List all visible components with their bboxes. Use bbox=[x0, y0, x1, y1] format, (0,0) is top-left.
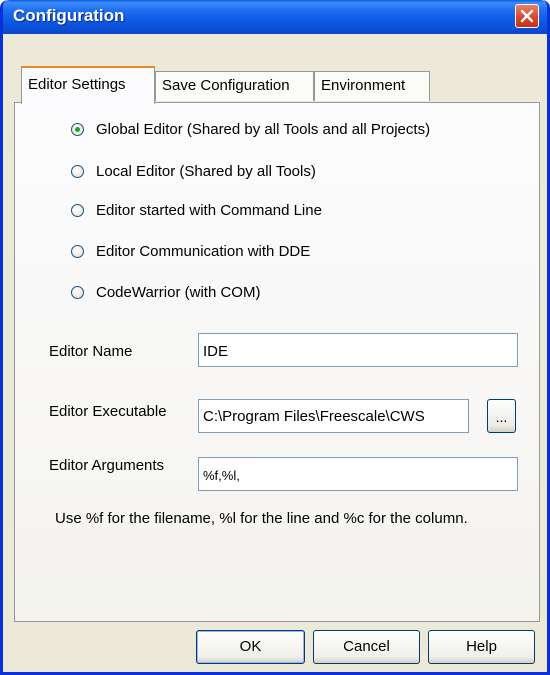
browse-button[interactable]: ... bbox=[487, 399, 516, 433]
title-bar[interactable]: Configuration bbox=[3, 0, 547, 34]
radio-global-editor[interactable]: Global Editor (Shared by all Tools and a… bbox=[71, 119, 430, 139]
radio-codewarrior[interactable]: CodeWarrior (with COM) bbox=[71, 282, 260, 302]
ok-button[interactable]: OK bbox=[196, 630, 305, 664]
window-title: Configuration bbox=[13, 6, 125, 25]
radio-button[interactable] bbox=[71, 203, 84, 217]
radio-button[interactable] bbox=[71, 244, 84, 258]
tab-environment[interactable]: Environment bbox=[314, 71, 430, 101]
tab-label: Editor Settings bbox=[28, 76, 126, 93]
help-button[interactable]: Help bbox=[428, 630, 535, 664]
close-icon bbox=[520, 9, 534, 23]
radio-label: Global Editor (Shared by all Tools and a… bbox=[96, 120, 431, 138]
radio-label: Local Editor (Shared by all Tools) bbox=[96, 162, 316, 180]
tab-label: Environment bbox=[321, 77, 406, 94]
configuration-dialog: Configuration Editor Settings Save Confi… bbox=[0, 0, 550, 675]
tab-editor-settings[interactable]: Editor Settings bbox=[21, 66, 155, 104]
editor-arguments-input[interactable] bbox=[198, 457, 518, 491]
radio-dde[interactable]: Editor Communication with DDE bbox=[71, 241, 310, 261]
editor-executable-label: Editor Executable bbox=[49, 403, 167, 420]
radio-local-editor[interactable]: Local Editor (Shared by all Tools) bbox=[71, 161, 316, 181]
radio-button-checked[interactable] bbox=[71, 122, 84, 136]
radio-label: Editor Communication with DDE bbox=[96, 242, 311, 260]
tab-label: Save Configuration bbox=[162, 77, 290, 94]
cancel-button[interactable]: Cancel bbox=[313, 630, 420, 664]
arguments-hint: Use %f for the filename, %l for the line… bbox=[55, 510, 468, 527]
radio-label: Editor started with Command Line bbox=[96, 201, 322, 219]
editor-arguments-label: Editor Arguments bbox=[49, 457, 165, 474]
tab-save-configuration[interactable]: Save Configuration bbox=[155, 71, 314, 101]
editor-name-label: Editor Name bbox=[49, 343, 133, 360]
radio-label: CodeWarrior (with COM) bbox=[96, 283, 261, 301]
close-button[interactable] bbox=[515, 4, 539, 28]
radio-button[interactable] bbox=[71, 164, 84, 178]
radio-button[interactable] bbox=[71, 285, 84, 299]
editor-name-input[interactable] bbox=[198, 333, 518, 367]
editor-executable-input[interactable] bbox=[198, 399, 469, 433]
radio-command-line[interactable]: Editor started with Command Line bbox=[71, 200, 322, 220]
